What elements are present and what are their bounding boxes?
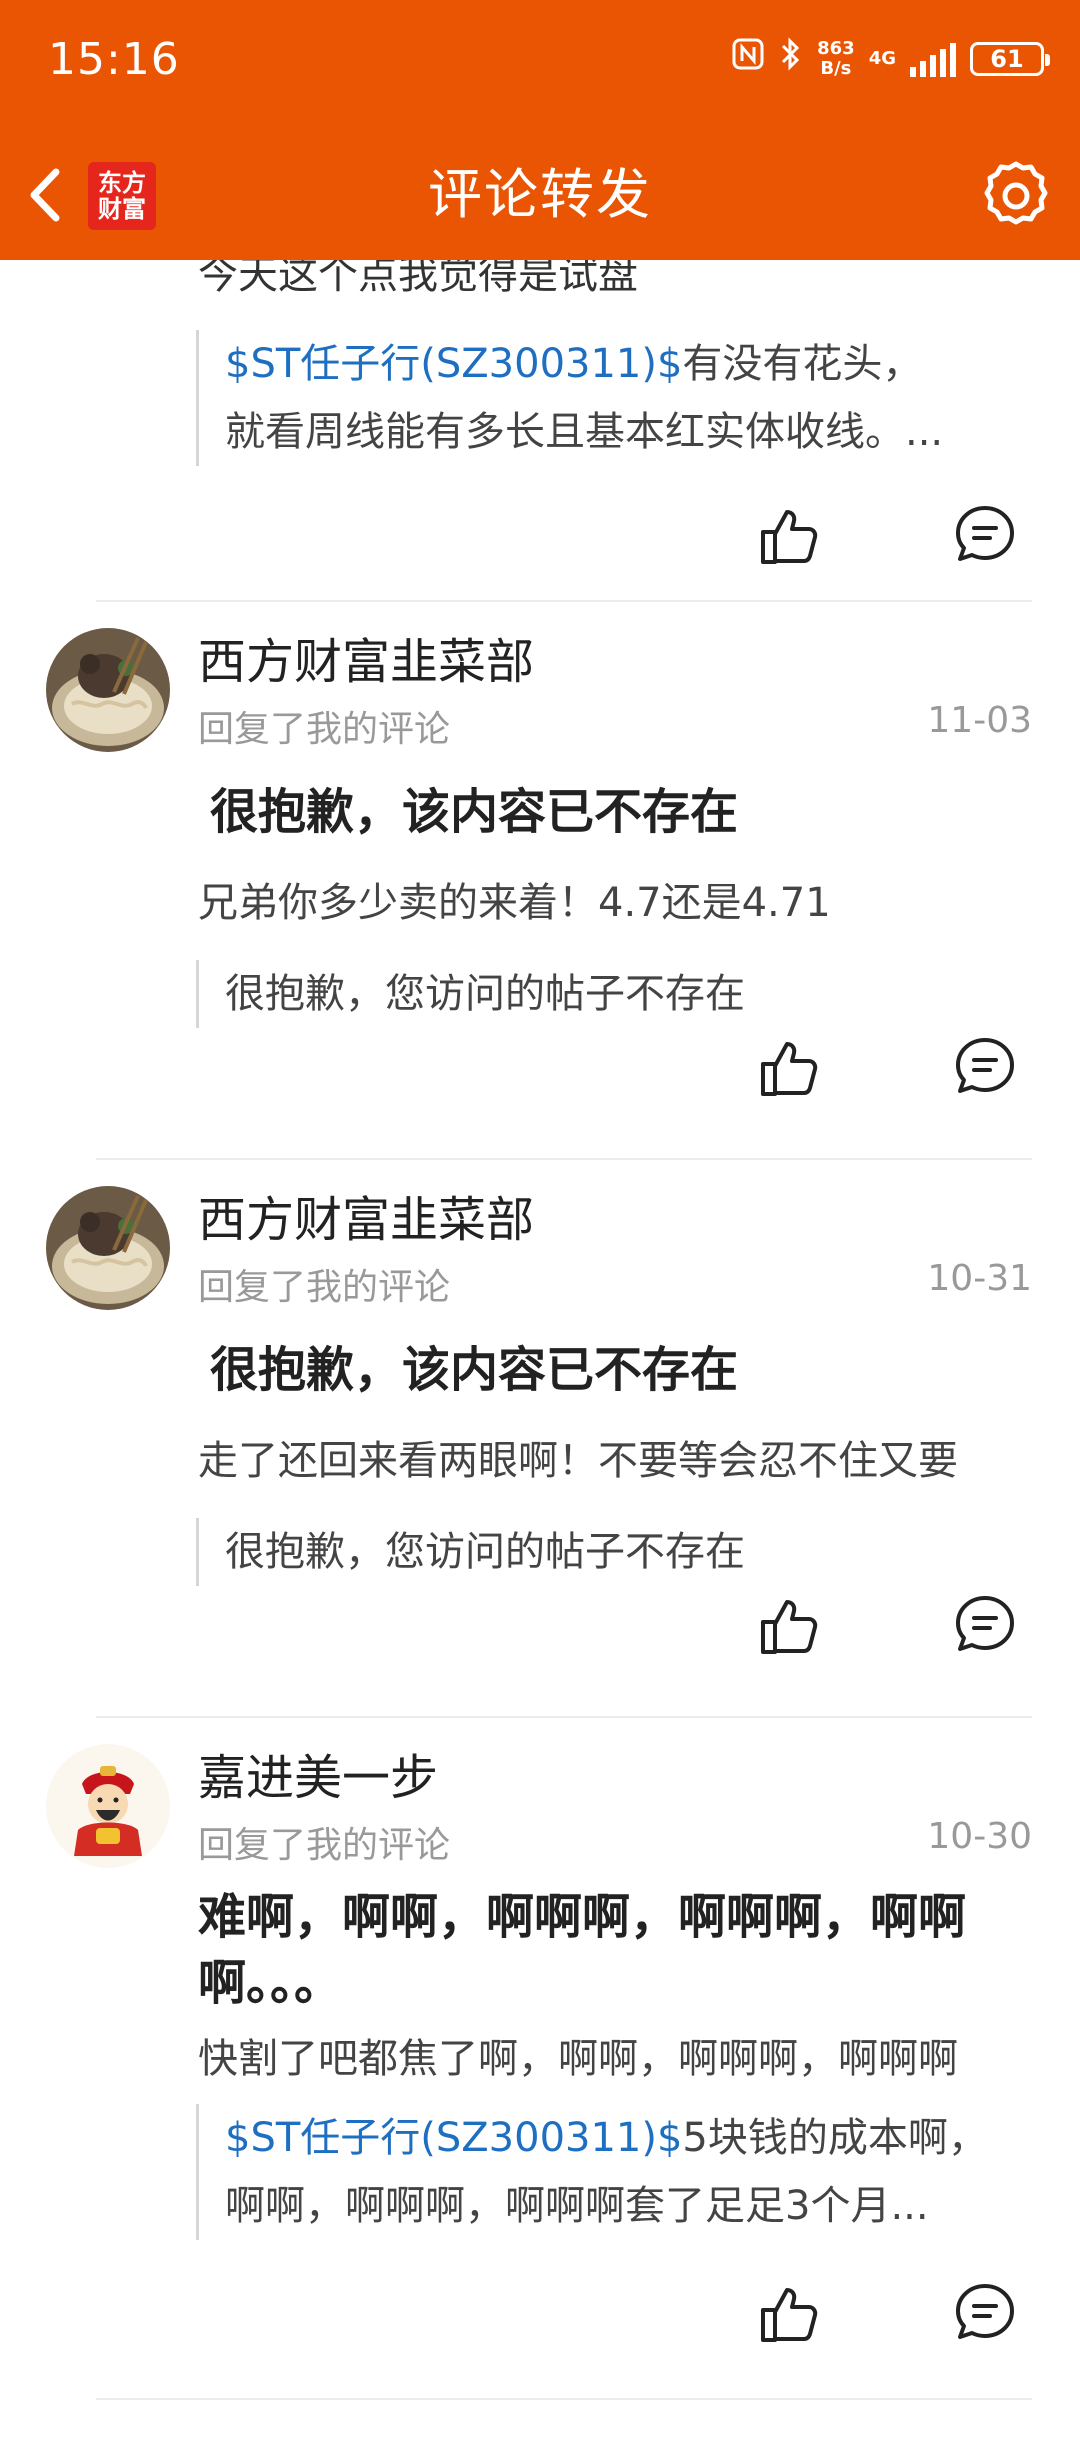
- battery-level: 61: [990, 44, 1024, 73]
- status-time: 15:16: [48, 34, 180, 85]
- comment-bubble-icon: [956, 1596, 1014, 1651]
- comment-button[interactable]: [950, 1590, 1020, 1660]
- action-row: [755, 1590, 1020, 1660]
- quoted-post[interactable]: 很抱歉，您访问的帖子不存在: [196, 1518, 1055, 1586]
- quoted-post[interactable]: $ST任子行(SZ300311)$5块钱的成本啊， 啊啊，啊啊啊，啊啊啊套了足足…: [196, 2104, 1055, 2240]
- like-thumb-icon: [761, 510, 818, 564]
- comment-item: 嘉进美一步 回复了我的评论 10-30 难啊，啊啊，啊啊啊，啊啊啊，啊啊啊。。。…: [0, 1718, 1080, 2398]
- battery-icon: 61: [970, 41, 1050, 76]
- stock-link[interactable]: $ST任子行(SZ300311)$: [225, 341, 682, 387]
- username[interactable]: 嘉进美一步: [198, 1748, 438, 1808]
- bluetooth-icon: [779, 36, 803, 81]
- network-type: 4G: [868, 47, 896, 69]
- net-speed-value: 863: [817, 37, 855, 59]
- original-post-title[interactable]: 很抱歉，该内容已不存在: [210, 772, 738, 842]
- stock-link[interactable]: $ST任子行(SZ300311)$: [225, 2115, 682, 2161]
- original-post-title[interactable]: 很抱歉，该内容已不存在: [210, 1330, 738, 1400]
- quote-line-2: 就看周线能有多长且基本红实体收线。...: [225, 409, 944, 455]
- comment-date: 10-30: [927, 1816, 1032, 1857]
- comment-button[interactable]: [950, 2278, 1020, 2348]
- quote-line-1: 5块钱的成本啊，: [682, 2115, 988, 2161]
- avatar[interactable]: [46, 628, 170, 752]
- status-icons: 863 B/s 4G 61: [731, 36, 1050, 81]
- comment-bubble-icon: [956, 1038, 1014, 1093]
- like-button[interactable]: [755, 1032, 825, 1102]
- avatar[interactable]: [46, 1186, 170, 1310]
- status-bar: 15:16 863 B/s 4G 61: [0, 0, 1080, 120]
- quoted-post[interactable]: $ST任子行(SZ300311)$有没有花头， 就看周线能有多长且基本红实体收线…: [196, 330, 1055, 466]
- comment-date: 11-03: [927, 700, 1032, 741]
- comment-feed: 今天这个点我觉得是试盘 $ST任子行(SZ300311)$有没有花头， 就看周线…: [0, 230, 1080, 2400]
- reply-label: 回复了我的评论: [198, 1825, 451, 1866]
- comment-text[interactable]: 兄弟你多少卖的来着！4.7还是4.71: [198, 870, 831, 928]
- quote-text: 很抱歉，您访问的帖子不存在: [225, 1529, 745, 1575]
- quote-line-2: 啊啊，啊啊啊，啊啊啊套了足足3个月...: [225, 2183, 929, 2229]
- comment-item: 西方财富韭菜部 回复了我的评论 11-03 很抱歉，该内容已不存在 兄弟你多少卖…: [0, 602, 1080, 1158]
- nfc-icon: [731, 37, 765, 80]
- comment-button[interactable]: [950, 1032, 1020, 1102]
- net-speed-unit: B/s: [820, 57, 852, 79]
- like-thumb-icon: [761, 1600, 818, 1654]
- avatar[interactable]: [46, 1744, 170, 1868]
- quote-line-1: 有没有花头，: [682, 341, 923, 387]
- net-speed: 863 B/s: [817, 37, 855, 79]
- nav-bar: 东方 财富 评论转发: [0, 140, 1080, 250]
- original-post-title[interactable]: 难啊，啊啊，啊啊啊，啊啊啊，啊啊啊。。。: [198, 1884, 1018, 2016]
- signal-icon: [910, 41, 956, 77]
- comment-text[interactable]: 走了还回来看两眼啊！不要等会忍不住又要: [198, 1428, 958, 1486]
- comment-date: 10-31: [927, 1258, 1032, 1299]
- settings-button[interactable]: [978, 158, 1054, 234]
- comment-text[interactable]: 快割了吧都焦了啊，啊啊，啊啊啊，啊啊啊: [198, 2026, 958, 2084]
- like-button[interactable]: [755, 1590, 825, 1660]
- comment-button[interactable]: [950, 500, 1020, 570]
- comment-bubble-icon: [956, 506, 1014, 561]
- reply-label: 回复了我的评论: [198, 1267, 451, 1308]
- divider: [96, 2398, 1032, 2400]
- like-thumb-icon: [761, 2288, 818, 2342]
- action-row: [755, 2278, 1020, 2348]
- comment-item: 今天这个点我觉得是试盘 $ST任子行(SZ300311)$有没有花头， 就看周线…: [0, 230, 1080, 600]
- like-button[interactable]: [755, 500, 825, 570]
- reply-label: 回复了我的评论: [198, 709, 451, 750]
- like-thumb-icon: [761, 1042, 818, 1096]
- action-row: [755, 1032, 1020, 1102]
- username[interactable]: 西方财富韭菜部: [198, 632, 534, 692]
- page-title: 评论转发: [428, 163, 652, 226]
- comment-bubble-icon: [956, 2284, 1014, 2339]
- like-button[interactable]: [755, 2278, 825, 2348]
- quoted-post[interactable]: 很抱歉，您访问的帖子不存在: [196, 960, 1055, 1028]
- username[interactable]: 西方财富韭菜部: [198, 1190, 534, 1250]
- app-header: 15:16 863 B/s 4G 61 东方 财富 评论转发: [0, 0, 1080, 260]
- action-row: [755, 500, 1020, 570]
- settings-gear-icon: [984, 161, 1048, 225]
- quote-text: 很抱歉，您访问的帖子不存在: [225, 971, 745, 1017]
- comment-item: 西方财富韭菜部 回复了我的评论 10-31 很抱歉，该内容已不存在 走了还回来看…: [0, 1160, 1080, 1716]
